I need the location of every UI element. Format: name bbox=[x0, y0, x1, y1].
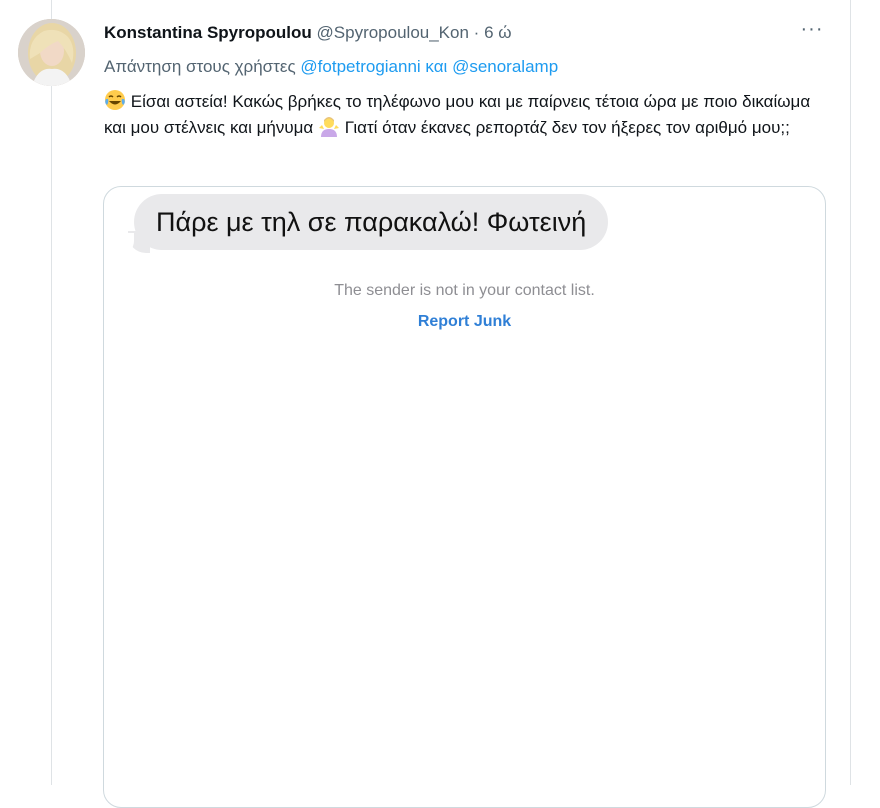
more-options-icon[interactable]: ··· bbox=[795, 19, 829, 44]
timestamp[interactable]: 6 ώ bbox=[484, 23, 511, 42]
tweet-header: Konstantina Spyropoulou @Spyropoulou_Kon… bbox=[104, 22, 512, 44]
tweet-text-part-2: Γιατί όταν έκανες ρεπορτάζ δεν τον ήξερε… bbox=[344, 118, 790, 137]
reply-context: Απάντηση στους χρήστες @fotpetrogianni κ… bbox=[104, 56, 558, 78]
person-shrugging-emoji-icon bbox=[318, 117, 339, 137]
tweet-media-card[interactable]: Πάρε με τηλ σε παρακαλώ! Φωτεινή The sen… bbox=[103, 186, 826, 808]
author-name[interactable]: Konstantina Spyropoulou bbox=[104, 23, 312, 42]
sender-notice: The sender is not in your contact list. bbox=[334, 282, 595, 299]
reply-joiner[interactable]: και bbox=[425, 57, 447, 76]
column-border-right bbox=[850, 0, 851, 785]
reply-mention-senoralamp[interactable]: @senoralamp bbox=[452, 57, 558, 76]
author-handle[interactable]: @Spyropoulou_Kon bbox=[317, 23, 469, 42]
avatar[interactable] bbox=[18, 19, 85, 86]
laughing-tears-emoji-icon bbox=[105, 90, 125, 110]
message-bubble: Πάρε με τηλ σε παρακαλώ! Φωτεινή bbox=[134, 194, 609, 250]
thread-line-left bbox=[51, 0, 52, 785]
tweet-text: Είσαι αστεία! Κακώς βρήκες το τηλέφωνο μ… bbox=[104, 89, 824, 141]
report-junk-link[interactable]: Report Junk bbox=[418, 313, 511, 330]
reply-prefix: Απάντηση στους χρήστες bbox=[104, 57, 296, 76]
report-junk-row: Report Junk bbox=[104, 313, 825, 331]
meta-separator: · bbox=[473, 23, 480, 42]
bubble-tail-mask bbox=[118, 233, 134, 255]
reply-mention-fotpetrogianni[interactable]: @fotpetrogianni bbox=[300, 57, 420, 76]
avatar-image bbox=[18, 19, 85, 86]
